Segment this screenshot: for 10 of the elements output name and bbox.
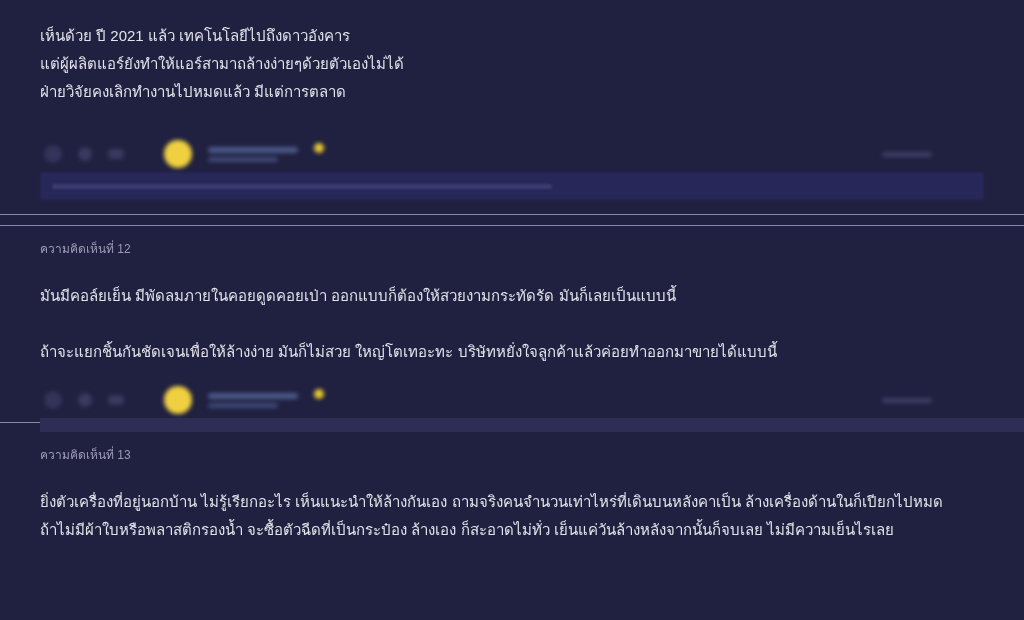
comment-number: ความคิดเห็นที่ 12 xyxy=(40,240,132,258)
comment-text: มันมีคอล์ยเย็น มีพัดลมภายในคอยดูดคอยเป่า ออกแบบก็ต้องให้สวยงามกระทัดรัด มันก็เลยเป็นแบบนี้ xyxy=(40,284,678,307)
blurred-avatar xyxy=(164,140,192,168)
reply-text: เห็นด้วย ปี 2021 แล้ว เทคโนโลยีไปถึงดาวอังคาร แต่ผู้ผลิตแอร์ยังทำให้แอร์สามาถล้างง่ายๆด้วยตัวเองไม่ได้ ฝ่ายวิจัยคงเลิกทำงานไปหมดแล้ว มีแต่การตลาด xyxy=(40,25,405,102)
blurred-avatar xyxy=(164,386,192,414)
blurred-badge-icon xyxy=(314,143,324,153)
comment-text: ยิ่งตัวเครื่องที่อยู่นอกบ้าน ไม่รู้เรียกอะไร เห็นแนะนำให้ล้างกันเอง ถามจริงคนจำนวนเท่าไหร่ที่เดินบนหลังคาเป็น ล้างเครื่องด้านในก็เปียกไปหมด ถ้าไม่มีผ้าใบหรือพลาสติกรองน้ำ จะซื้อตัวฉีดที่เป็นกระป๋อง ล้างเอง ก็สะอาดไม่ทั่ว เย็นแค่วันล้างหลังจากนั้นก็จบเลย ไม่มีความเย็นไรเลย xyxy=(40,491,944,540)
comment-text: ถ้าจะแยกชิ้นกันชัดเจนเพื่อให้ล้างง่าย มันก็ไม่สวย ใหญ่โตเทอะทะ บริษัทหยั่งใจลูกค้าแล้วค่อยทำออกมาขายได้แบบนี้ xyxy=(40,340,779,363)
comment-number: ความคิดเห็นที่ 13 xyxy=(40,446,132,464)
blurred-badge-icon xyxy=(314,389,324,399)
